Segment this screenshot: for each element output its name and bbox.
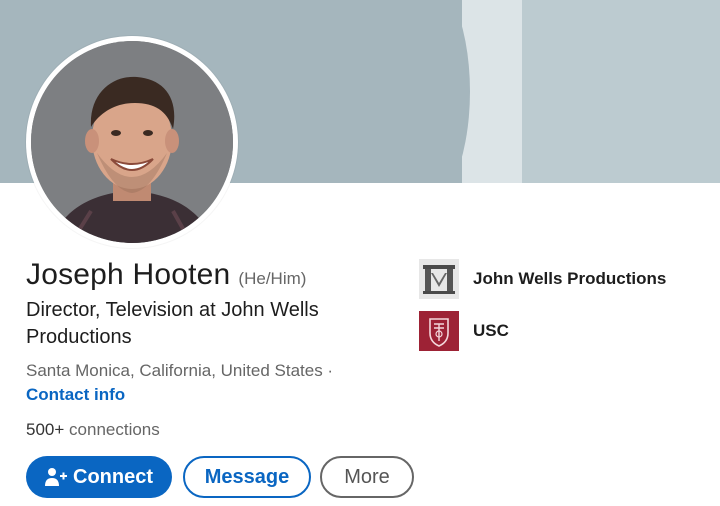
profile-photo: [31, 41, 233, 243]
more-label: More: [344, 465, 390, 488]
name-row: Joseph Hooten (He/Him): [26, 258, 306, 292]
message-label: Message: [204, 465, 290, 488]
message-button[interactable]: Message: [183, 456, 311, 498]
profile-photo-frame[interactable]: [26, 36, 238, 248]
connect-label: Connect: [73, 465, 153, 488]
banner-arc: [360, 0, 470, 183]
banner-band-mid: [522, 0, 720, 183]
avatar[interactable]: [31, 41, 233, 243]
experience-item-john-wells[interactable]: John Wells Productions: [419, 259, 666, 299]
connections-number: 500+: [26, 420, 65, 439]
profile-name: Joseph Hooten: [26, 258, 231, 291]
add-person-icon: [45, 468, 67, 486]
profile-location: Santa Monica, California, United States …: [26, 361, 334, 380]
education-school-name: USC: [473, 321, 509, 340]
experience-item-usc[interactable]: USC: [419, 311, 509, 351]
contact-info-link[interactable]: Contact info: [26, 385, 125, 405]
pronouns: (He/Him): [238, 269, 307, 288]
experience-company-name: John Wells Productions: [473, 269, 667, 288]
connections-label: connections: [69, 420, 160, 439]
john-wells-productions-logo: [419, 259, 459, 299]
banner-band-light: [462, 0, 522, 183]
connect-button[interactable]: Connect: [26, 456, 172, 498]
connections-count[interactable]: 500+ connections: [26, 420, 160, 440]
more-button[interactable]: More: [320, 456, 414, 498]
usc-seal-logo: [419, 311, 459, 351]
profile-headline: Director, Television at John Wells Produ…: [26, 299, 319, 348]
